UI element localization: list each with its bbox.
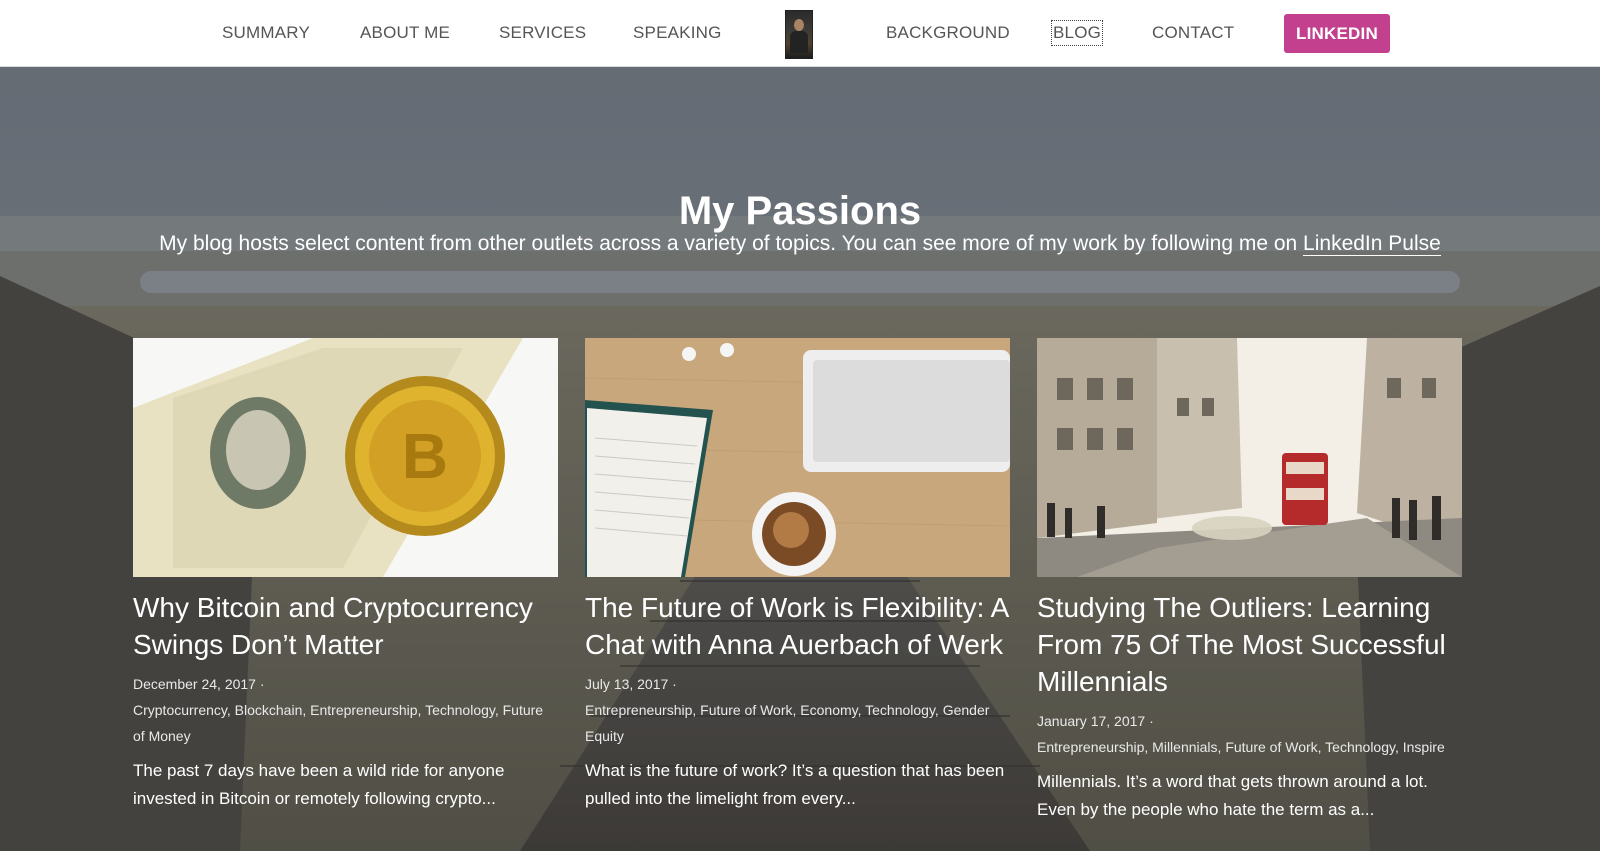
bitcoin-post-image[interactable]: B <box>133 338 558 577</box>
meta-separator: · <box>668 676 677 692</box>
page-title: My Passions <box>678 188 922 233</box>
post-tags[interactable]: Entrepreneurship, Millennials, Future of… <box>1037 739 1445 755</box>
meta-separator: · <box>1145 713 1154 729</box>
logo-body <box>790 31 808 53</box>
nav-background[interactable]: BACKGROUND <box>886 22 1010 44</box>
logo-face <box>794 19 804 31</box>
post-date: July 13, 2017 <box>585 676 669 692</box>
nav-blog[interactable]: BLOG <box>1050 20 1104 46</box>
intro-sentence: My blog hosts select content from other … <box>159 232 1304 255</box>
post-title[interactable]: Studying The Outliers: Learning From 75 … <box>1037 592 1446 697</box>
nav-summary[interactable]: SUMMARY <box>222 22 310 44</box>
post-meta: January 17, 2017 · Entrepreneurship, Mill… <box>1037 708 1462 760</box>
post-title[interactable]: Why Bitcoin and Cryptocurrency Swings Do… <box>133 592 533 660</box>
post-tags[interactable]: Cryptocurrency, Blockchain, Entrepreneur… <box>133 702 543 744</box>
city-street-post-image[interactable] <box>1037 338 1462 577</box>
post-title[interactable]: The Future of Work is Flexibility: A Cha… <box>585 592 1008 660</box>
linkedin-button[interactable]: LINKEDIN <box>1284 14 1390 53</box>
top-navigation: SUMMARY ABOUT ME SERVICES SPEAKING BACKG… <box>0 0 1600 67</box>
workspace-post-image[interactable] <box>585 338 1010 577</box>
nav-about-me[interactable]: ABOUT ME <box>360 22 450 44</box>
linkedin-pulse-link[interactable]: LinkedIn Pulse <box>1303 232 1441 256</box>
post-meta: July 13, 2017 · Entrepreneurship, Future … <box>585 671 1010 749</box>
post-date: January 17, 2017 <box>1037 713 1146 729</box>
post-meta: December 24, 2017 · Cryptocurrency, Block… <box>133 671 558 749</box>
post-excerpt: The past 7 days have been a wild ride fo… <box>133 761 505 808</box>
nav-speaking[interactable]: SPEAKING <box>633 22 722 44</box>
post-date: December 24, 2017 <box>133 676 256 692</box>
post-excerpt: What is the future of work? It’s a quest… <box>585 761 1005 808</box>
nav-services[interactable]: SERVICES <box>499 22 586 44</box>
london-street-illustration <box>1037 338 1462 577</box>
bitcoin-dollar-illustration: B <box>133 338 558 577</box>
nav-contact[interactable]: CONTACT <box>1152 22 1234 44</box>
post-tags[interactable]: Entrepreneurship, Future of Work, Econom… <box>585 702 989 744</box>
logo-portrait[interactable] <box>785 10 813 59</box>
svg-text:B: B <box>402 420 448 492</box>
blog-post-card: Studying The Outliers: Learning From 75 … <box>1037 338 1462 824</box>
desk-illustration <box>585 338 1010 577</box>
post-excerpt: Millennials. It’s a word that gets throw… <box>1037 772 1428 819</box>
meta-separator: · <box>255 676 265 692</box>
intro-text: My blog hosts select content from other … <box>0 230 1600 258</box>
blog-post-card: B Why Bitcoin and Cryptocurrency Swings … <box>133 338 558 813</box>
blog-post-card: The Future of Work is Flexibility: A Cha… <box>585 338 1010 813</box>
